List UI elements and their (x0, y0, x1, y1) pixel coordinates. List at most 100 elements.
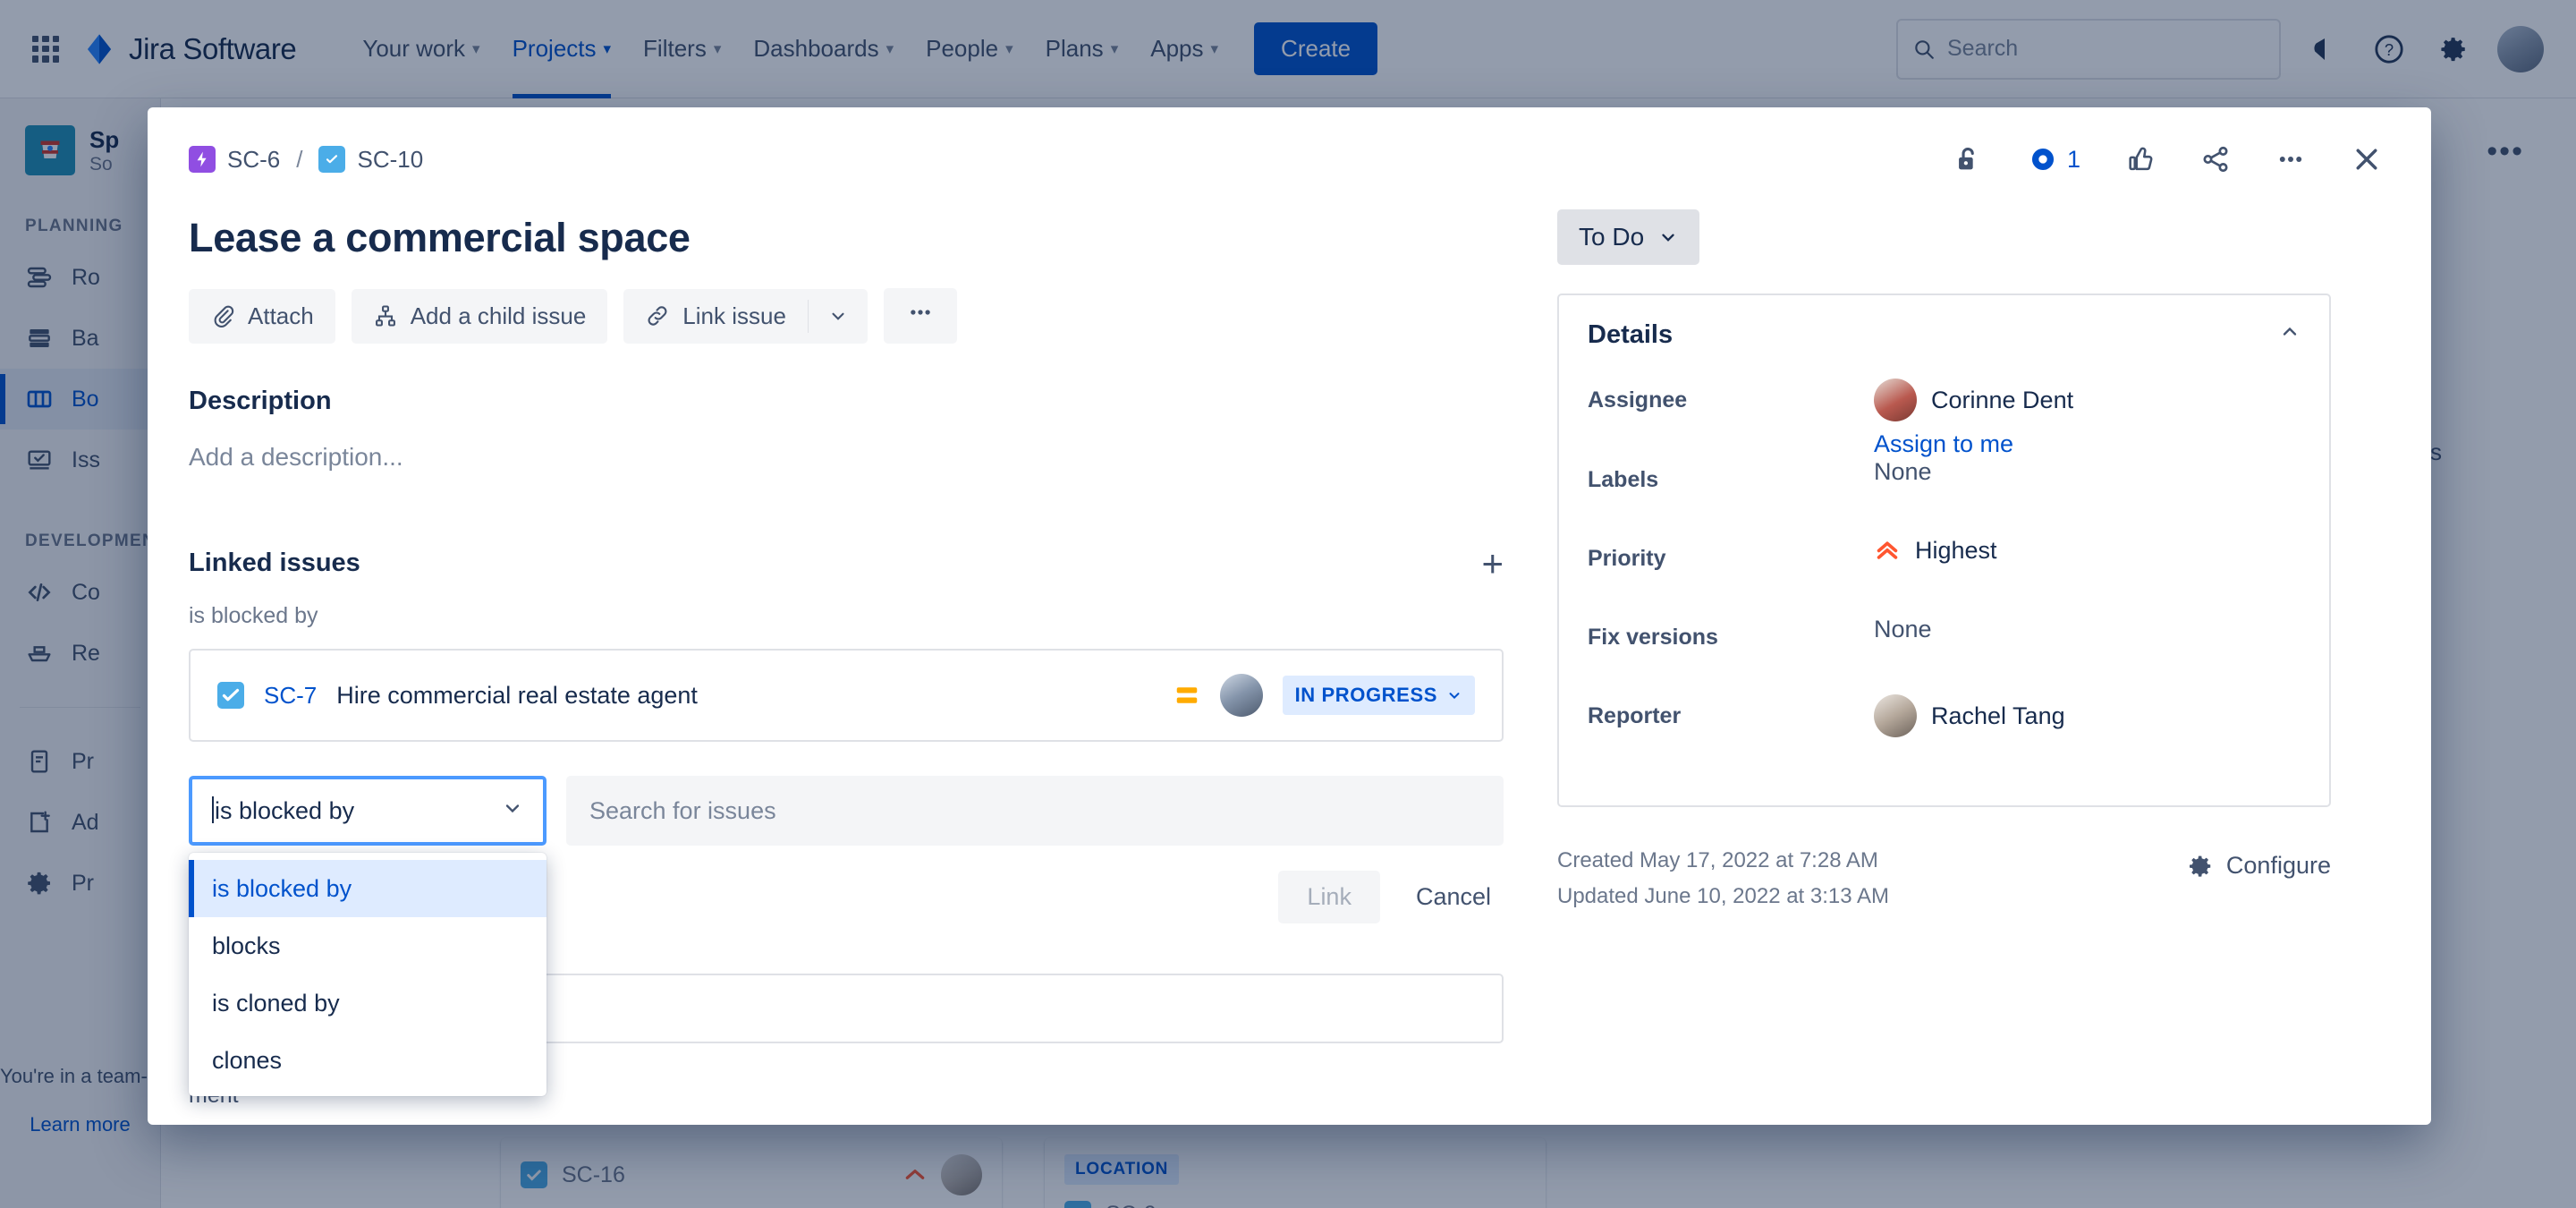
issue-detail-modal: SC-6 / SC-10 1 Lease a commercial space … (148, 107, 2431, 1125)
details-field-priority: Priority Highest (1588, 537, 2301, 616)
share-icon[interactable] (2193, 137, 2238, 182)
breadcrumb-parent-key[interactable]: SC-6 (227, 146, 280, 174)
close-icon[interactable] (2343, 136, 2390, 183)
created-timestamp: Created May 17, 2022 at 7:28 AM (1557, 848, 1878, 872)
details-label-assignee: Assignee (1588, 387, 1688, 413)
link-type-select[interactable]: is blocked by (189, 776, 547, 846)
medium-priority-icon (1176, 687, 1197, 703)
details-label-labels: Labels (1588, 467, 1659, 492)
linked-issue-assignee-avatar (1219, 674, 1263, 717)
link-type-option-clones[interactable]: clones (189, 1032, 547, 1089)
breadcrumb-current-key[interactable]: SC-10 (357, 146, 423, 174)
status-dropdown[interactable]: To Do (1557, 209, 1700, 265)
link-issue-label: Link issue (682, 302, 786, 329)
issue-title[interactable]: Lease a commercial space (189, 215, 1504, 261)
highest-priority-icon (1877, 540, 1898, 559)
linked-issue-status-badge[interactable]: IN PROGRESS (1282, 676, 1475, 715)
modal-header: SC-6 / SC-10 1 (148, 107, 2431, 183)
add-child-issue-label: Add a child issue (410, 302, 587, 329)
option-label: is blocked by (212, 874, 352, 902)
link-issue-form: is blocked by Search for issues is block… (189, 776, 1504, 1096)
details-panel: Details Assignee Corinne Dent Assign to … (1557, 293, 2331, 807)
details-panel-header[interactable]: Details (1559, 295, 2329, 375)
details-value-fix-versions[interactable]: None (1874, 616, 1932, 643)
watch-eye-icon[interactable]: 1 (2021, 137, 2088, 182)
issue-main-column: Lease a commercial space Attach Add a ch… (189, 183, 1557, 1125)
unlock-icon[interactable] (1945, 137, 1990, 182)
details-label-fix-versions: Fix versions (1588, 625, 1718, 650)
details-value-labels[interactable]: None (1874, 458, 1932, 486)
link-issue-split-button: Link issue (623, 288, 868, 344)
linked-issue-key[interactable]: SC-7 (264, 682, 317, 710)
attach-button[interactable]: Attach (189, 288, 335, 344)
linked-issues-header: Linked issues + (189, 544, 1504, 583)
watcher-count: 1 (2066, 145, 2080, 173)
chevron-down-icon (832, 312, 844, 320)
link-type-option-blocks[interactable]: blocks (189, 917, 547, 974)
link-issue-button[interactable]: Link issue (623, 289, 808, 344)
issue-timestamps: Created May 17, 2022 at 7:28 AM Updated … (1557, 843, 1889, 914)
add-linked-issue-button[interactable]: + (1481, 544, 1504, 583)
issue-side-column: To Do Details Assignee Corinne Dent Assi… (1557, 183, 2331, 1125)
modal-body: Lease a commercial space Attach Add a ch… (148, 183, 2431, 1125)
link-issue-search-placeholder: Search for issues (589, 796, 776, 824)
details-value-assignee[interactable]: Corinne Dent (1874, 379, 2073, 421)
task-type-icon (318, 146, 346, 173)
breadcrumb-current[interactable]: SC-10 (318, 146, 423, 174)
thumbs-up-icon[interactable] (2118, 137, 2163, 182)
link-group-label: is blocked by (189, 603, 318, 628)
chevron-down-icon (1449, 693, 1460, 700)
link-confirm-button[interactable]: Link (1278, 871, 1380, 923)
details-value-reporter[interactable]: Rachel Tang (1874, 694, 2065, 737)
issue-actions-row: Attach Add a child issue Link issue (189, 288, 1504, 344)
link-icon (648, 306, 667, 326)
details-heading: Details (1588, 320, 1674, 349)
configure-label: Configure (2225, 852, 2331, 879)
collapse-chevron-up-icon[interactable] (2279, 321, 2301, 349)
reporter-avatar (1874, 694, 1917, 737)
details-label-priority: Priority (1588, 546, 1666, 571)
assignee-avatar (1874, 379, 1917, 421)
add-child-issue-button[interactable]: Add a child issue (351, 288, 608, 344)
link-cancel-button[interactable]: Cancel (1403, 871, 1504, 923)
details-field-assignee: Assignee Corinne Dent Assign to me (1588, 379, 2301, 458)
option-label: blocks (212, 932, 281, 959)
issue-more-actions-button[interactable] (883, 288, 957, 344)
link-issue-dropdown-caret[interactable] (809, 289, 868, 344)
configure-button[interactable]: Configure (2187, 843, 2331, 880)
description-heading: Description (189, 387, 332, 415)
reporter-name: Rachel Tang (1931, 702, 2065, 729)
paperclip-icon (214, 305, 234, 328)
more-actions-icon (911, 310, 930, 315)
linked-issue-row[interactable]: SC-7 Hire commercial real estate agent I… (189, 649, 1504, 742)
details-field-fix-versions: Fix versions None (1588, 616, 2301, 694)
assignee-name: Corinne Dent (1931, 386, 2074, 413)
details-value-priority[interactable]: Highest (1874, 537, 1997, 565)
status-label: To Do (1579, 223, 1645, 251)
linked-issue-summary: Hire commercial real estate agent (336, 681, 698, 709)
option-label: is cloned by (212, 989, 340, 1017)
epic-type-icon (189, 146, 216, 173)
chevron-down-icon (502, 797, 523, 825)
link-type-option-is-blocked-by[interactable]: is blocked by (189, 860, 547, 917)
priority-name: Highest (1915, 537, 1997, 564)
details-label-reporter: Reporter (1588, 703, 1682, 728)
linked-issue-status-label: IN PROGRESS (1294, 684, 1437, 706)
chevron-down-icon (1662, 234, 1674, 242)
issue-meta-row: Created May 17, 2022 at 7:28 AM Updated … (1557, 843, 2331, 914)
linked-issues-heading: Linked issues (189, 549, 360, 577)
more-actions-icon[interactable] (2268, 137, 2313, 182)
assign-to-me-link[interactable]: Assign to me (1874, 430, 2073, 458)
modal-tools: 1 (1945, 136, 2390, 183)
gear-icon (2189, 855, 2211, 877)
link-type-option-is-cloned-by[interactable]: is cloned by (189, 974, 547, 1032)
breadcrumb-parent[interactable]: SC-6 (189, 146, 280, 174)
task-type-icon (217, 682, 244, 709)
attach-label: Attach (248, 302, 314, 329)
link-issue-search-input[interactable]: Search for issues (566, 776, 1504, 846)
child-issue-icon (375, 305, 395, 327)
updated-timestamp: Updated June 10, 2022 at 3:13 AM (1557, 883, 1889, 908)
description-placeholder[interactable]: Add a description... (189, 443, 1504, 472)
details-panel-body: Assignee Corinne Dent Assign to me Label… (1559, 375, 2329, 805)
option-label: clones (212, 1046, 283, 1074)
